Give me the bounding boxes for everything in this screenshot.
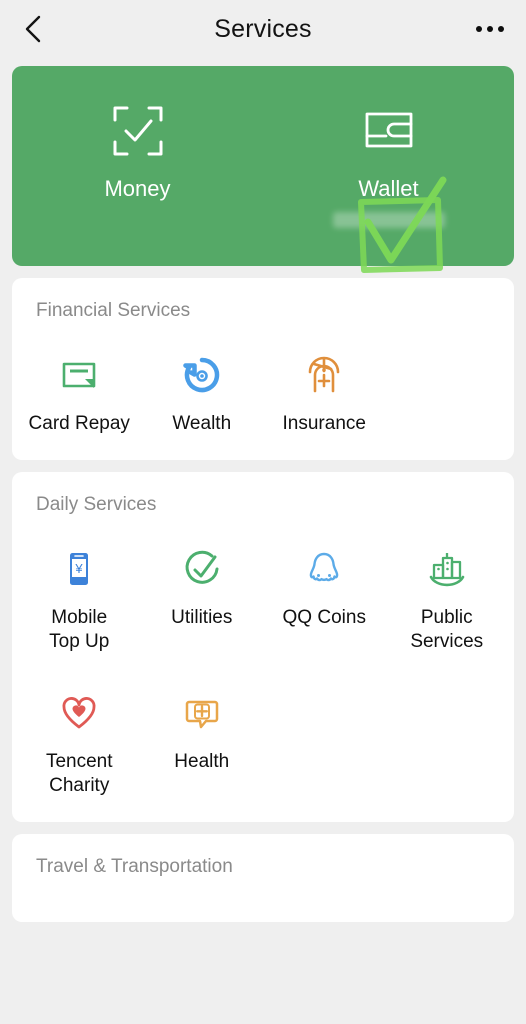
hero-item-money[interactable]: Money — [12, 66, 263, 202]
tile-insurance[interactable]: Insurance — [263, 332, 386, 452]
tile-label: Public Services — [410, 607, 484, 652]
more-options-icon — [498, 26, 504, 32]
card-repay-icon — [58, 354, 100, 396]
more-options-icon — [476, 26, 482, 32]
tile-empty — [386, 670, 509, 814]
tile-label: Health — [174, 751, 230, 772]
wallet-balance-blurred — [332, 212, 445, 228]
tile-utilities[interactable]: Utilities — [141, 526, 264, 670]
wealth-icon — [181, 354, 223, 396]
scan-check-icon — [111, 104, 165, 158]
qq-coins-icon — [303, 548, 345, 590]
more-options-icon — [487, 26, 493, 32]
hero-item-label: Wallet — [358, 176, 419, 201]
tile-label: Card Repay — [28, 413, 130, 434]
hero-card: Money Wallet — [12, 66, 514, 273]
tile-label: Tencent Charity — [45, 751, 113, 796]
wallet-icon — [362, 104, 416, 158]
nav-bar: Services — [0, 0, 526, 58]
section-title: Travel & Transportation — [36, 856, 233, 877]
section-grid: ¥ Mobile Top Up Utilities QQ Coins Publi… — [12, 526, 514, 814]
svg-text:¥: ¥ — [75, 561, 84, 576]
section-financial-services: Financial Services Card Repay Wealth Ins… — [12, 278, 514, 460]
section-grid: Card Repay Wealth Insurance — [12, 332, 514, 452]
tile-empty — [263, 670, 386, 814]
utilities-icon — [181, 548, 223, 590]
section-title: Daily Services — [36, 494, 157, 515]
tile-label: Mobile Top Up — [49, 607, 110, 652]
hero-item-wallet[interactable]: Wallet — [263, 66, 514, 228]
tile-card-repay[interactable]: Card Repay — [18, 332, 141, 452]
mobile-topup-icon: ¥ — [58, 548, 100, 590]
more-options-button[interactable] — [464, 12, 504, 46]
public-services-icon — [426, 548, 468, 590]
tile-tencent-charity[interactable]: Tencent Charity — [18, 670, 141, 814]
section-daily-services: Daily Services ¥ Mobile Top Up Utilities… — [12, 472, 514, 822]
hero-item-label: Money — [104, 176, 171, 201]
tile-label: Wealth — [172, 413, 232, 434]
tile-qq-coins[interactable]: QQ Coins — [263, 526, 386, 670]
health-icon — [181, 692, 223, 734]
tile-health[interactable]: Health — [141, 670, 264, 814]
tencent-charity-icon — [58, 692, 100, 734]
section-title: Financial Services — [36, 300, 191, 321]
tile-public-services[interactable]: Public Services — [386, 526, 509, 670]
tile-wealth[interactable]: Wealth — [141, 332, 264, 452]
tile-label: Insurance — [282, 413, 366, 434]
section-travel-transportation: Travel & Transportation — [12, 834, 514, 922]
tile-label: QQ Coins — [282, 607, 366, 628]
tile-label: Utilities — [171, 607, 233, 628]
tile-empty — [386, 332, 509, 452]
insurance-icon — [303, 354, 345, 396]
page-title: Services — [214, 14, 312, 43]
tile-mobile-top-up[interactable]: ¥ Mobile Top Up — [18, 526, 141, 670]
